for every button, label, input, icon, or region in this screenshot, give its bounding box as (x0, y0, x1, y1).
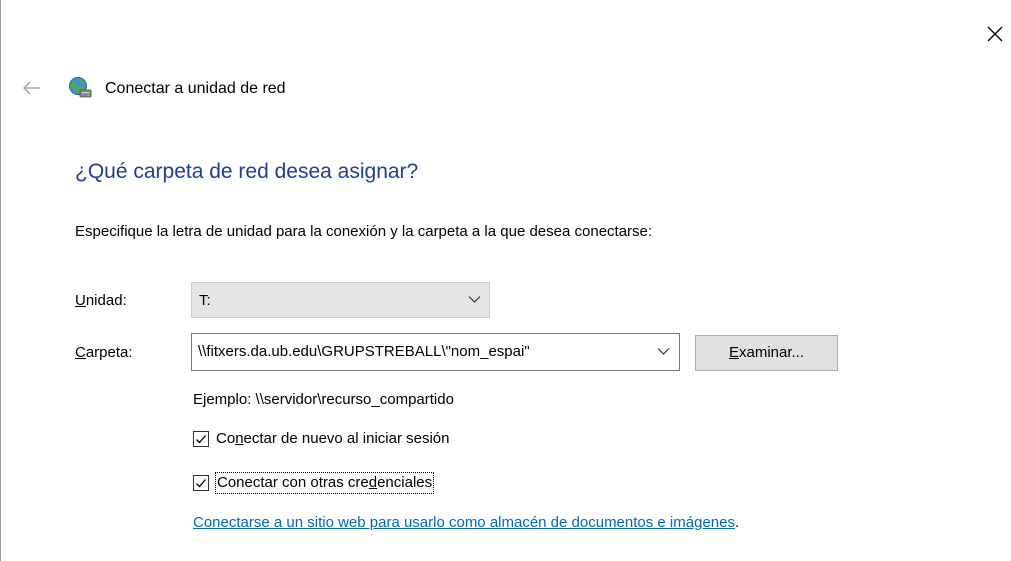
checkmark-icon (196, 479, 206, 488)
browse-label-rest: xaminar... (738, 344, 805, 361)
chevron-down-icon (468, 296, 481, 303)
drive-letter-select[interactable]: T: (191, 282, 490, 318)
checkbox-box[interactable] (193, 431, 209, 447)
map-network-drive-dialog: Conectar a unidad de red ¿Qué carpeta de… (0, 0, 1011, 561)
checkbox-label-mnemonic: n (235, 430, 244, 447)
folder-path-value: \\fitxers.da.ub.edu\GRUPSTREBALL\"nom_es… (198, 343, 530, 360)
folder-label-mnemonic: C (75, 344, 86, 361)
web-storage-link[interactable]: Conectarse a un sitio web para usarlo co… (193, 513, 735, 533)
browse-button[interactable]: Examinar... (695, 335, 838, 371)
checkbox-label-part: ectar de nuevo al iniciar sesión (243, 430, 450, 447)
page-heading: ¿Qué carpeta de red desea asignar? (75, 160, 419, 183)
browse-mnemonic: E (728, 344, 739, 361)
back-button[interactable] (21, 78, 43, 98)
chevron-down-icon[interactable] (657, 347, 670, 356)
link-period: . (735, 514, 740, 531)
network-drive-icon (68, 76, 92, 100)
checkbox-box[interactable] (193, 475, 209, 491)
close-icon (987, 26, 1003, 42)
checkbox-label: Conectar de nuevo al iniciar sesión (216, 429, 449, 449)
close-button[interactable] (985, 24, 1005, 44)
back-arrow-icon (23, 81, 40, 95)
checkbox-label-part: enciales (377, 474, 433, 491)
other-credentials-checkbox[interactable]: Conectar con otras credenciales (193, 472, 513, 494)
example-text: Ejemplo: \\servidor\recurso_compartido (193, 391, 454, 408)
drive-label-rest: nidad: (85, 292, 127, 309)
folder-label-rest: arpeta: (85, 344, 133, 361)
drive-label-mnemonic: U (75, 292, 86, 309)
drive-letter-value: T: (199, 292, 211, 309)
checkbox-label-part: Conectar con otras cre (217, 474, 369, 491)
checkmark-icon (196, 435, 206, 444)
drive-label: Unidad: (75, 291, 127, 311)
folder-path-input[interactable]: \\fitxers.da.ub.edu\GRUPSTREBALL\"nom_es… (191, 333, 680, 371)
reconnect-at-signin-checkbox[interactable]: Conectar de nuevo al iniciar sesión (193, 428, 533, 450)
checkbox-label: Conectar con otras credenciales (214, 472, 435, 494)
instruction-text: Especifique la letra de unidad para la c… (75, 223, 653, 240)
dialog-title: Conectar a unidad de red (105, 80, 286, 97)
folder-label: Carpeta: (75, 343, 133, 363)
checkbox-label-mnemonic: d (368, 474, 378, 491)
checkbox-label-part: Co (216, 430, 236, 447)
